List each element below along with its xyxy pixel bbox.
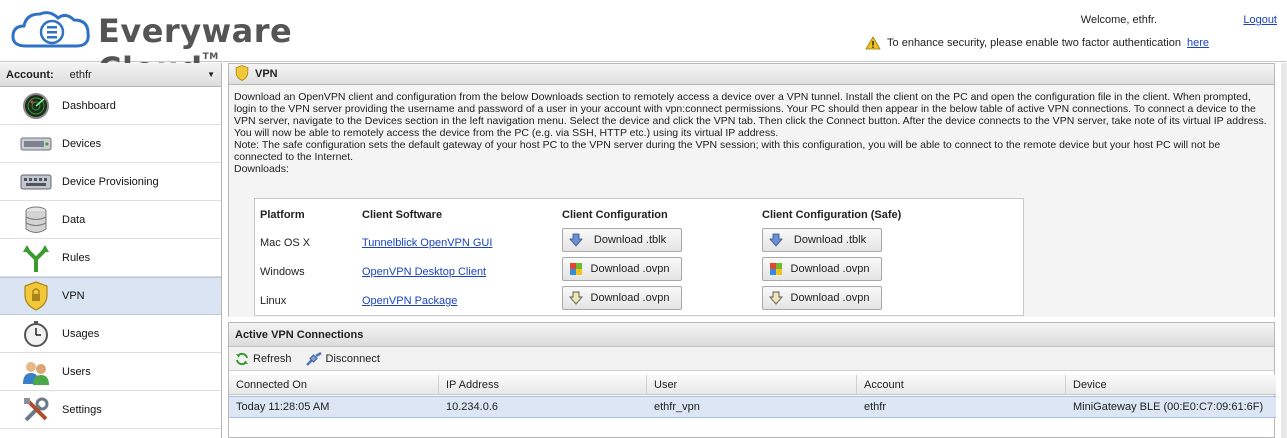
sidebar-item-settings[interactable]: Settings — [0, 391, 221, 429]
cloud-logo-icon — [11, 11, 90, 48]
shield-icon — [20, 281, 52, 311]
download-ovpn-windows-safe-button[interactable]: Download .ovpn — [762, 257, 882, 281]
download-icon — [769, 291, 783, 305]
vpn-safe-note: Note: The safe configuration sets the de… — [234, 139, 1221, 163]
download-icon — [569, 233, 583, 247]
sidebar-item-devices[interactable]: Devices — [0, 125, 221, 163]
column-account[interactable]: Account — [857, 375, 1066, 395]
column-user[interactable]: User — [647, 375, 857, 395]
download-ovpn-windows-button[interactable]: Download .ovpn — [562, 257, 682, 281]
disconnect-button[interactable]: Disconnect — [305, 351, 380, 366]
sidebar-item-device-provisioning[interactable]: Device Provisioning — [0, 163, 221, 201]
download-icon — [770, 263, 782, 275]
cell-device: MiniGateway BLE (00:E0:C7:09:61:6F) — [1073, 401, 1264, 413]
client-config-header: Client Configuration — [562, 209, 668, 221]
downloads-label: Downloads: — [234, 163, 289, 175]
vpn-instructions: Download an OpenVPN client and configura… — [234, 91, 1267, 139]
tools-icon — [20, 395, 52, 425]
platform-macos: Mac OS X — [260, 237, 311, 249]
download-tblk-button[interactable]: Download .tblk — [562, 228, 682, 252]
connections-grid-header: Connected On IP Address User Account Dev… — [229, 375, 1276, 395]
sidebar-item-label: VPN — [62, 290, 85, 302]
sidebar-item-label: Device Provisioning — [62, 175, 159, 188]
shield-icon — [235, 64, 249, 84]
sidebar-item-label: Settings — [62, 403, 102, 416]
refresh-button[interactable]: Refresh — [235, 352, 292, 366]
sidebar-item-label: Devices — [62, 137, 102, 150]
refresh-icon — [236, 352, 248, 365]
downloads-table: Platform Client Software Client Configur… — [254, 198, 1024, 316]
vpn-title: VPN — [255, 68, 278, 80]
openvpn-desktop-client-link[interactable]: OpenVPN Desktop Client — [362, 266, 486, 278]
main-content: VPN Download an OpenVPN client and confi… — [228, 63, 1276, 438]
platform-linux: Linux — [260, 295, 287, 307]
download-button-label: Download .ovpn — [590, 292, 670, 304]
sidebar: Account: ethfr ▼ Dashboard Devices Devic… — [0, 63, 222, 438]
download-icon — [569, 291, 583, 305]
enable-2fa-link[interactable]: here — [1187, 37, 1209, 49]
column-connected-on[interactable]: Connected On — [229, 375, 439, 395]
platform-header: Platform — [260, 209, 305, 221]
notice-text: To enhance security, please enable two f… — [887, 37, 1181, 49]
download-button-label: Download .tblk — [593, 234, 667, 246]
openvpn-package-link[interactable]: OpenVPN Package — [362, 295, 457, 307]
download-button-label: Download .ovpn — [790, 292, 870, 304]
sidebar-item-usages[interactable]: Usages — [0, 315, 221, 353]
download-ovpn-linux-safe-button[interactable]: Download .ovpn — [762, 286, 882, 310]
download-ovpn-linux-button[interactable]: Download .ovpn — [562, 286, 682, 310]
database-icon — [20, 205, 52, 235]
client-software-header: Client Software — [362, 209, 443, 221]
sidebar-item-data[interactable]: Data — [0, 201, 221, 239]
account-label: Account: — [6, 68, 54, 81]
logout-link[interactable]: Logout — [1243, 14, 1277, 26]
sidebar-item-label: Users — [62, 365, 91, 378]
column-ip-address[interactable]: IP Address — [439, 375, 647, 395]
header: Everyware CloudTM Welcome, ethfr. Logout… — [0, 0, 1287, 88]
cell-user: ethfr_vpn — [654, 401, 700, 413]
welcome-text: Welcome, ethfr. — [1080, 14, 1157, 26]
radar-icon — [20, 91, 52, 121]
sidebar-item-dashboard[interactable]: Dashboard — [0, 87, 221, 125]
sidebar-item-label: Usages — [62, 327, 100, 340]
refresh-label: Refresh — [253, 352, 292, 365]
active-vpn-connections-panel: Active VPN Connections Refresh Disconnec… — [228, 322, 1276, 438]
users-icon — [20, 357, 52, 387]
sidebar-item-users[interactable]: Users — [0, 353, 221, 391]
disconnect-icon — [305, 351, 322, 366]
cell-ip-address: 10.234.0.6 — [446, 401, 498, 413]
download-icon — [570, 263, 582, 275]
device-icon — [20, 129, 52, 159]
vpn-panel-title: VPN — [228, 63, 1275, 85]
sidebar-item-label: Data — [62, 213, 86, 226]
sidebar-item-label: Dashboard — [62, 99, 116, 112]
column-device[interactable]: Device — [1066, 375, 1276, 395]
download-button-label: Download .ovpn — [590, 263, 670, 275]
connections-toolbar: Refresh Disconnect — [229, 347, 1274, 371]
sidebar-item-vpn[interactable]: VPN — [0, 277, 221, 315]
download-icon — [769, 233, 783, 247]
dropdown-caret-icon[interactable]: ▼ — [207, 70, 215, 79]
download-button-label: Download .ovpn — [790, 263, 870, 275]
account-selector[interactable]: Account: ethfr ▼ — [0, 63, 221, 87]
client-config-safe-header: Client Configuration (Safe) — [762, 209, 902, 221]
keyboard-device-icon — [20, 167, 52, 197]
cell-connected-on: Today 11:28:05 AM — [236, 401, 330, 413]
warning-icon — [865, 36, 881, 50]
platform-windows: Windows — [260, 266, 305, 278]
account-value: ethfr — [69, 68, 92, 81]
tunnelblick-link[interactable]: Tunnelblick OpenVPN GUI — [362, 237, 492, 249]
everyware-cloud-logo: Everyware CloudTM — [8, 6, 368, 88]
vertical-scrollbar[interactable] — [1281, 63, 1287, 438]
disconnect-label: Disconnect — [325, 352, 380, 365]
cell-account: ethfr — [864, 401, 887, 413]
download-tblk-safe-button[interactable]: Download .tblk — [762, 228, 882, 252]
download-button-label: Download .tblk — [793, 234, 867, 246]
two-factor-notice: To enhance security, please enable two f… — [865, 36, 1209, 50]
sidebar-item-rules[interactable]: Rules — [0, 239, 221, 277]
table-row[interactable]: Today 11:28:05 AM 10.234.0.6 ethfr_vpn e… — [229, 396, 1276, 418]
active-connections-title: Active VPN Connections — [229, 323, 1274, 347]
sidebar-item-label: Rules — [62, 251, 91, 264]
stopwatch-icon — [20, 319, 52, 349]
rules-arrows-icon — [20, 243, 52, 273]
